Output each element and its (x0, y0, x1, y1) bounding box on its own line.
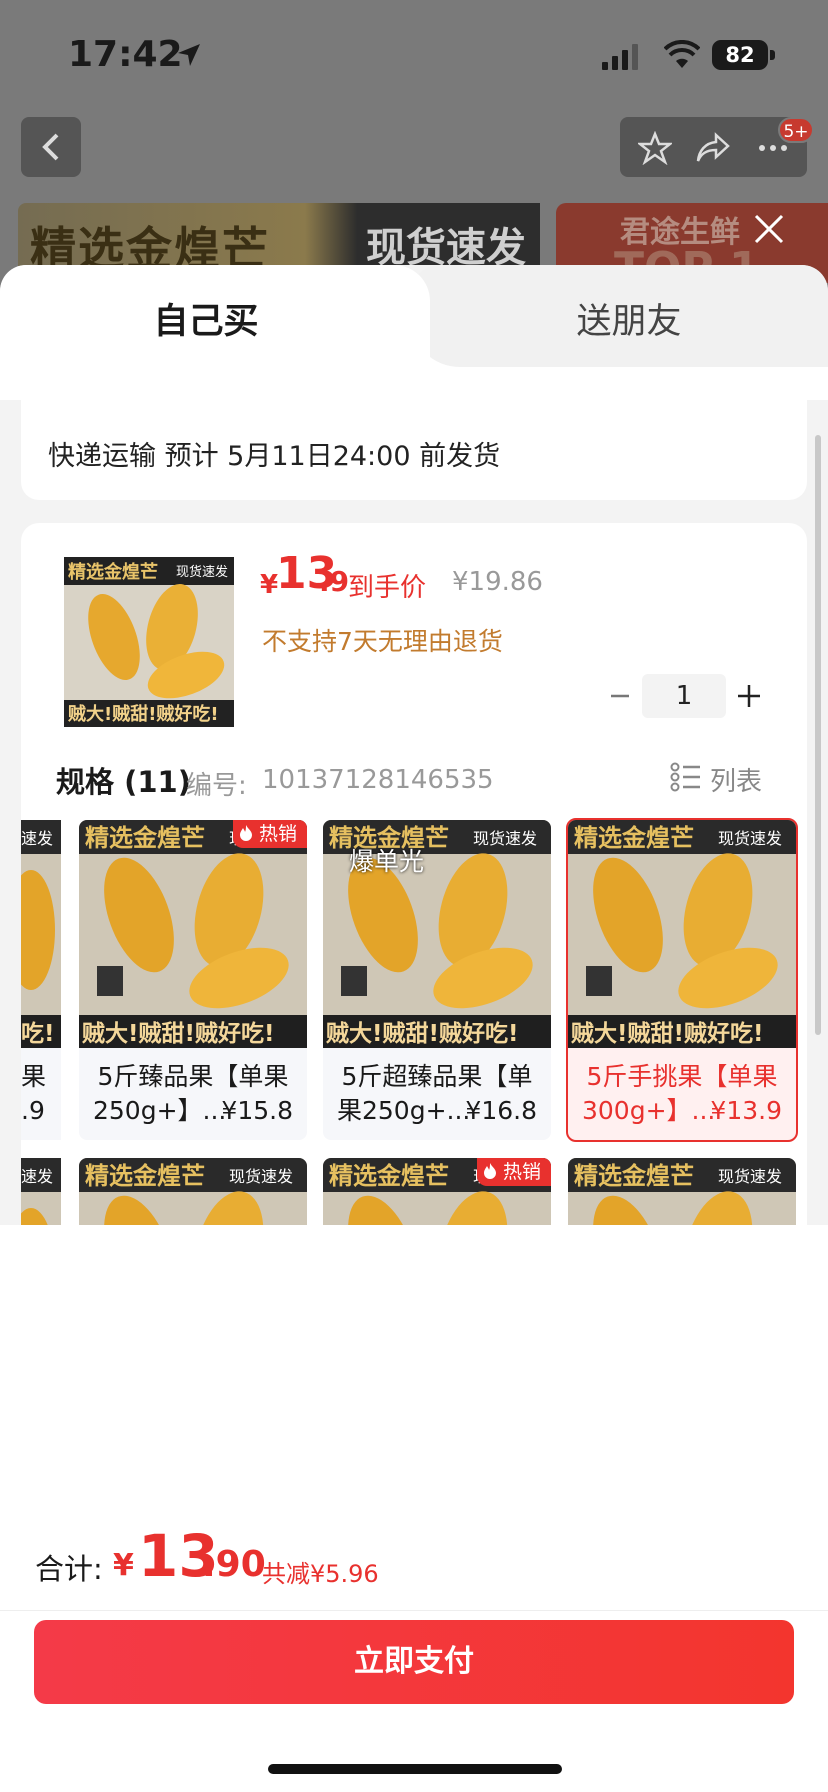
svg-text:精选金煌芒: 精选金煌芒 (85, 1162, 205, 1190)
svg-text:现货速发: 现货速发 (718, 1167, 782, 1186)
checkout-footer (0, 1225, 828, 1792)
thumb-title: 精选金煌芒 (68, 561, 158, 583)
variant-tile[interactable]: 精选金煌芒 现货速发 贼大!贼甜!贼好吃! 5斤臻品果【单果 250g+】...¥… (79, 820, 307, 1140)
variant-image: 速发 吃! (21, 820, 61, 1048)
home-indicator (268, 1764, 562, 1774)
variant-tile[interactable]: 精选金煌芒 现货速发 贼大!贼甜!贼好吃! 5斤超臻品果【单 果250g+... ¥… (323, 820, 551, 1140)
variant-price: .9 (21, 1096, 45, 1125)
variant-name: 果 (21, 1062, 47, 1091)
svg-text:精选金煌芒: 精选金煌芒 (574, 824, 694, 852)
svg-text:速发: 速发 (21, 1167, 53, 1186)
variant-size: 300g+】... (582, 1096, 716, 1125)
total-decimal: .90 (202, 1544, 266, 1585)
price-label: 到手价 (348, 573, 427, 603)
back-button[interactable] (21, 117, 81, 177)
total-label: 合计: (35, 1552, 103, 1586)
shipping-card: 快递运输 预计 5月11日24:00 前发货 (21, 400, 807, 500)
svg-text:现货速发: 现货速发 (229, 1167, 293, 1186)
total-currency: ¥ (113, 1548, 134, 1583)
hot-sale-label: 热销 (259, 823, 298, 845)
variant-name: 5斤超臻品果【单 (341, 1062, 533, 1091)
thumb-tag: 现货速发 (176, 564, 228, 580)
svg-text:贼大!贼甜!贼好吃!: 贼大!贼甜!贼好吃! (570, 1021, 763, 1047)
svg-text:速发: 速发 (21, 829, 53, 848)
flame-icon (240, 825, 252, 841)
tab-buy-self-label: 自己买 (153, 302, 259, 342)
quantity-input[interactable]: 1 (642, 674, 726, 718)
svg-text:精选金煌芒: 精选金煌芒 (574, 1162, 694, 1190)
status-time: 17:42 (68, 34, 183, 75)
variant-price: ¥15.8 (221, 1096, 293, 1125)
footer-divider (0, 1610, 828, 1611)
svg-text:精选金煌芒: 精选金煌芒 (85, 824, 205, 852)
status-bar: 17:42 82 (0, 0, 828, 110)
spec-title: 规格 (11) (56, 765, 191, 799)
scrollbar[interactable] (815, 435, 821, 1035)
variant-image: 精选金煌芒 现货速发 贼大!贼甜!贼好吃! (79, 820, 307, 1048)
location-arrow-icon (178, 44, 200, 66)
list-view-label[interactable]: 列表 (710, 761, 762, 798)
thumb-slogan: 贼大!贼甜!贼好吃! (67, 703, 219, 725)
total-saving: 共减¥5.96 (262, 1560, 379, 1588)
variant-image: 精选金煌芒 现货速发 贼大!贼甜!贼好吃! (568, 820, 796, 1048)
variant-tile-partial[interactable]: 速发 吃! 果 .9 (21, 820, 61, 1140)
svg-text:贼大!贼甜!贼好吃!: 贼大!贼甜!贼好吃! (81, 1021, 274, 1047)
flame-icon (484, 1163, 496, 1179)
minus-icon[interactable] (605, 681, 635, 711)
battery-tip (770, 50, 775, 60)
close-icon[interactable] (752, 212, 786, 246)
svg-text:吃!: 吃! (21, 1021, 55, 1047)
variant-name: 5斤手挑果【单果 (586, 1062, 778, 1091)
variant-name: 5斤臻品果【单果 (97, 1062, 289, 1091)
tab-gift-label: 送朋友 (576, 302, 682, 342)
variant-price: ¥16.8 (465, 1096, 537, 1125)
hot-sale-label: 热销 (503, 1161, 542, 1183)
battery-icon: 82 (712, 40, 768, 70)
svg-text:现货速发: 现货速发 (473, 829, 537, 848)
sold-out-overlay: 爆单光 (349, 847, 425, 876)
list-view-icon[interactable] (670, 761, 702, 793)
svg-text:贼大!贼甜!贼好吃!: 贼大!贼甜!贼好吃! (325, 1021, 518, 1047)
price-decimal: .9 (319, 565, 350, 598)
star-icon[interactable] (638, 131, 672, 165)
share-icon[interactable] (696, 131, 730, 165)
svg-text:现货速发: 现货速发 (718, 829, 782, 848)
pay-now-button[interactable]: 立即支付 (34, 1620, 794, 1704)
plus-icon[interactable] (734, 681, 764, 711)
message-badge: 5+ (778, 117, 814, 143)
return-policy: 不支持7天无理由退货 (262, 627, 503, 656)
variant-price: ¥13.9 (710, 1096, 782, 1125)
shipping-text: 快递运输 预计 5月11日24:00 前发货 (48, 441, 501, 472)
wifi-icon (664, 40, 700, 68)
chevron-left-icon (42, 133, 59, 161)
variant-size: 250g+】... (93, 1096, 227, 1125)
variant-size: 果250g+... (337, 1096, 471, 1125)
original-price: ¥19.86 (452, 567, 543, 597)
spec-number: 10137128146535 (262, 765, 494, 795)
hot-sale-badge: 热销 (233, 820, 307, 848)
product-thumbnail: 精选金煌芒 现货速发 贼大!贼甜!贼好吃! (64, 557, 234, 727)
cellular-signal-icon (602, 44, 638, 70)
hot-sale-badge: 热销 (477, 1158, 551, 1186)
spec-number-label: 编号: (186, 771, 247, 801)
variant-tile[interactable]: 精选金煌芒 现货速发 贼大!贼甜!贼好吃! 5斤手挑果【单果 300g+】... ¥… (566, 818, 798, 1142)
svg-text:精选金煌芒: 精选金煌芒 (329, 1162, 449, 1190)
